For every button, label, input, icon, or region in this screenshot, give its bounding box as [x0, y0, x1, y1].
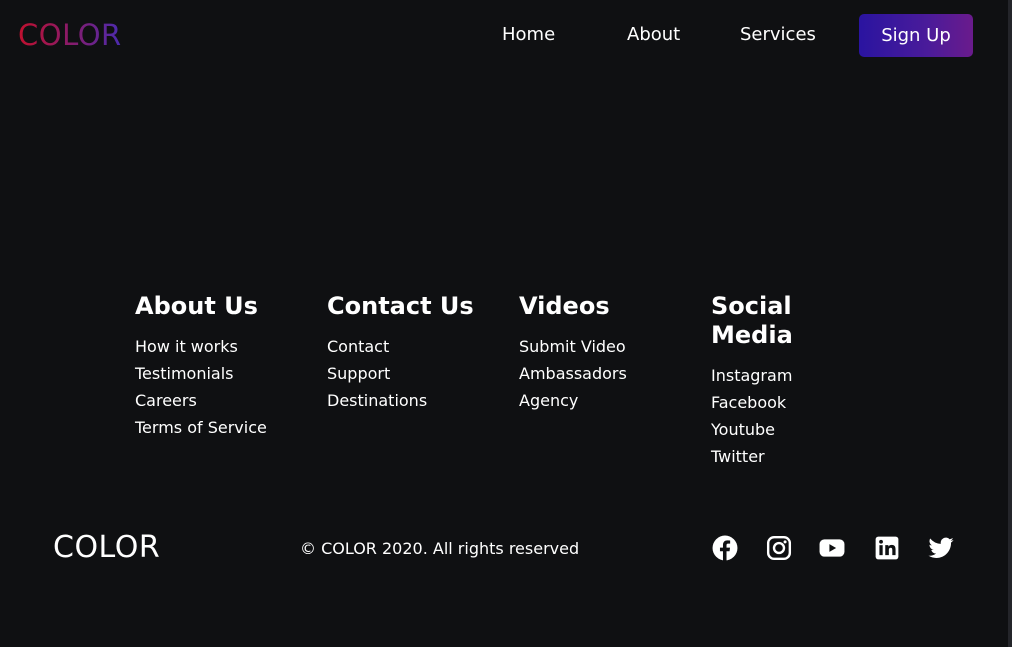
footer-logo[interactable]: COLOR: [53, 530, 160, 566]
footer-column-about-us: About Us How it works Testimonials Caree…: [135, 292, 315, 445]
sign-up-button[interactable]: Sign Up: [859, 14, 973, 57]
footer-link[interactable]: Twitter: [711, 447, 831, 466]
instagram-icon[interactable]: [766, 535, 792, 561]
footer-heading: Social Media: [711, 292, 793, 349]
footer-link[interactable]: Instagram: [711, 366, 831, 385]
footer-link[interactable]: Destinations: [327, 391, 507, 410]
footer-link[interactable]: Agency: [519, 391, 699, 410]
linkedin-icon[interactable]: [874, 535, 900, 561]
footer-link[interactable]: Facebook: [711, 393, 831, 412]
twitter-icon[interactable]: [928, 535, 954, 561]
nav-link-about[interactable]: About: [627, 24, 680, 46]
page: COLOR Home About Services Sign Up About …: [0, 0, 1012, 647]
footer-link[interactable]: Terms of Service: [135, 418, 315, 437]
footer-link[interactable]: How it works: [135, 337, 315, 356]
footer-link[interactable]: Careers: [135, 391, 315, 410]
footer-link[interactable]: Youtube: [711, 420, 831, 439]
footer-heading: About Us: [135, 292, 258, 320]
copyright-text: © COLOR 2020. All rights reserved: [300, 539, 580, 558]
nav-link-services[interactable]: Services: [740, 24, 816, 46]
footer-link[interactable]: Contact: [327, 337, 507, 356]
footer-link[interactable]: Ambassadors: [519, 364, 699, 383]
social-icons: [712, 535, 962, 561]
footer-links: About Us How it works Testimonials Caree…: [135, 292, 935, 492]
footer-link[interactable]: Testimonials: [135, 364, 315, 383]
footer-column-social-media: Social Media Instagram Facebook Youtube …: [711, 292, 831, 474]
footer-link[interactable]: Support: [327, 364, 507, 383]
navbar-logo[interactable]: COLOR: [18, 18, 122, 52]
footer-column-videos: Videos Submit Video Ambassadors Agency: [519, 292, 699, 418]
nav-link-home[interactable]: Home: [502, 24, 555, 46]
youtube-icon[interactable]: [819, 535, 845, 561]
footer-column-contact-us: Contact Us Contact Support Destinations: [327, 292, 507, 418]
navbar: COLOR Home About Services Sign Up: [0, 0, 1008, 70]
scrollbar-edge: [1008, 0, 1012, 647]
facebook-icon[interactable]: [712, 535, 738, 561]
footer-heading: Contact Us: [327, 292, 474, 320]
footer-link[interactable]: Submit Video: [519, 337, 699, 356]
footer-heading: Videos: [519, 292, 610, 320]
